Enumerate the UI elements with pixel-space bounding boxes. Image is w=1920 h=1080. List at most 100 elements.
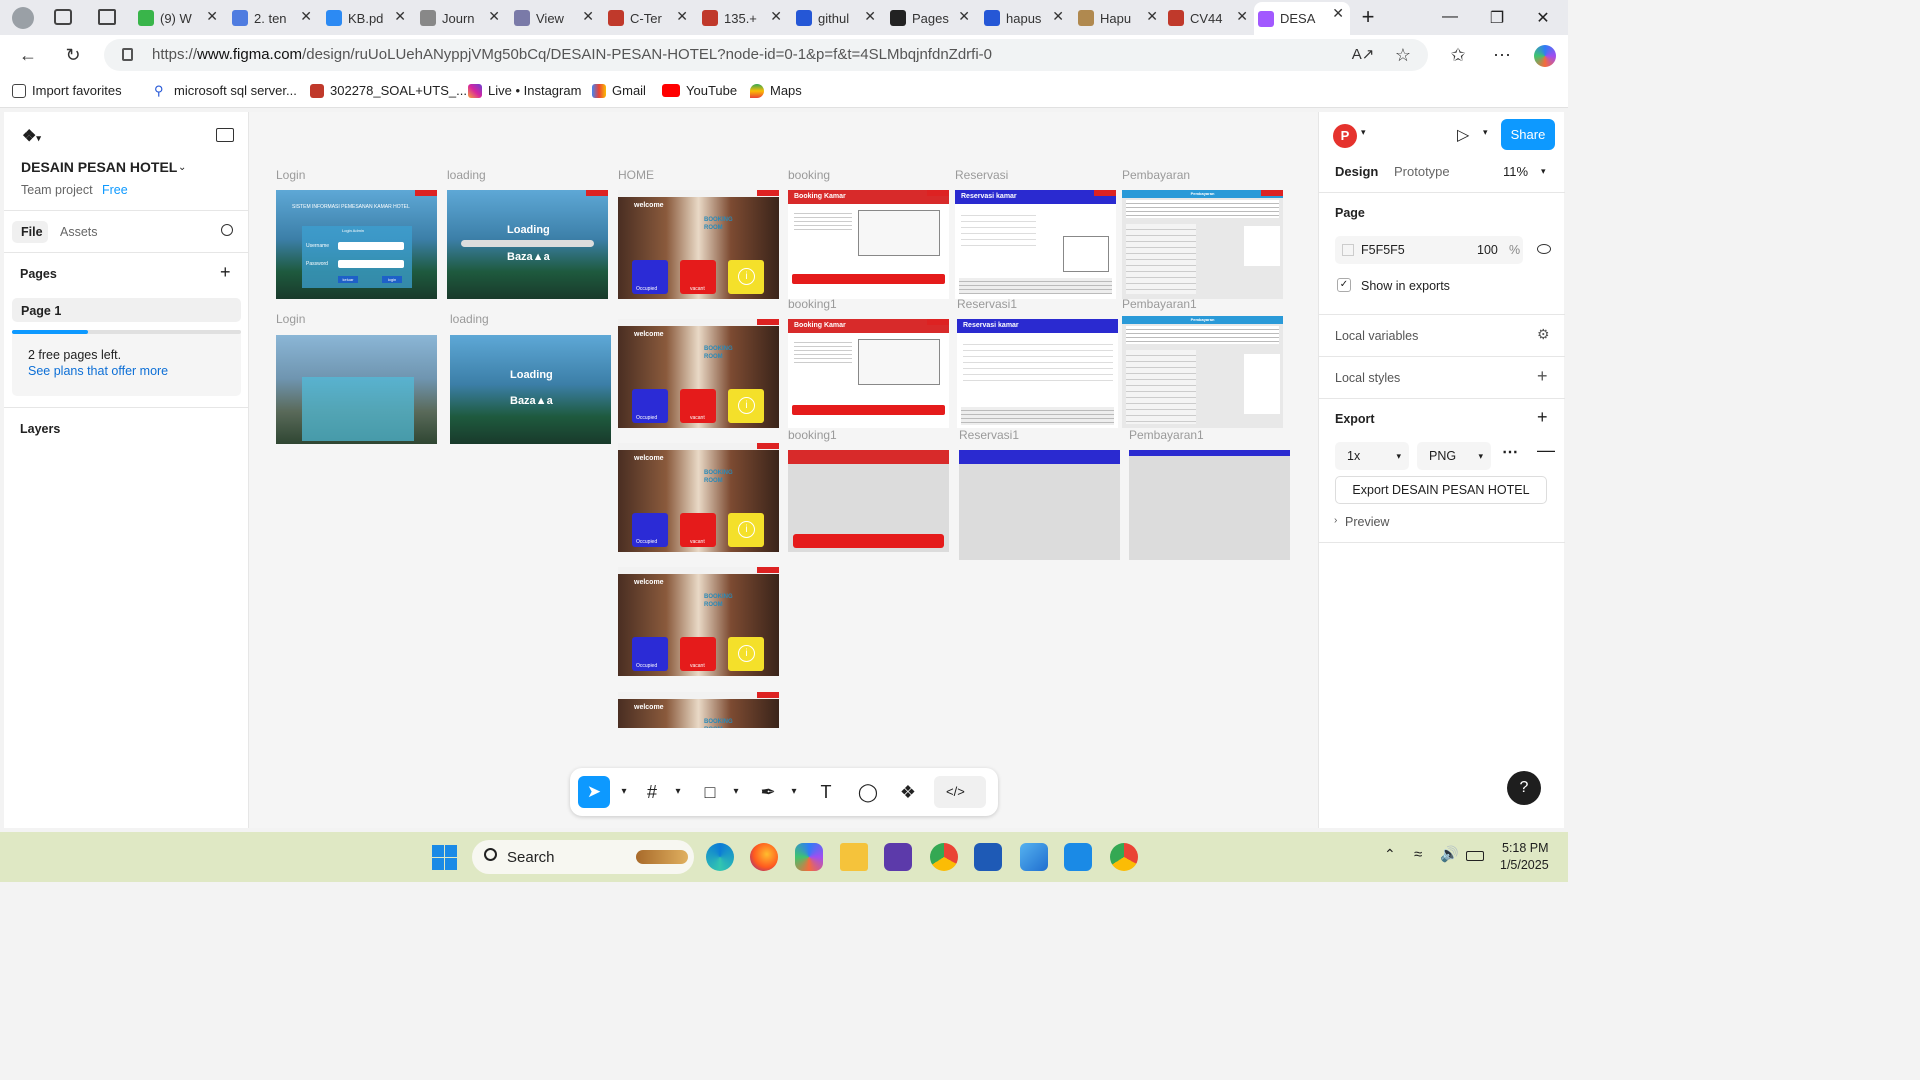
chevron-down-icon[interactable]: ▾ bbox=[724, 780, 748, 804]
bookmark-youtube[interactable]: YouTube bbox=[662, 83, 737, 98]
dev-mode-icon[interactable]: </> bbox=[934, 776, 986, 808]
plans-link[interactable]: See plans that offer more bbox=[28, 364, 168, 378]
export-scale-select[interactable]: 1x ▾ bbox=[1335, 442, 1409, 470]
taskbar-search-box[interactable]: Search bbox=[472, 840, 694, 874]
tab-close-icon[interactable]: ✕ bbox=[488, 8, 500, 25]
minimize-icon[interactable]: — bbox=[1440, 8, 1460, 26]
chevron-down-icon[interactable]: ▾ bbox=[666, 780, 690, 804]
maximize-icon[interactable]: ❐ bbox=[1487, 8, 1507, 28]
frame-icon[interactable]: # bbox=[640, 780, 664, 804]
show-in-exports-checkbox[interactable]: ✓ bbox=[1337, 278, 1351, 292]
help-button[interactable]: ? bbox=[1507, 771, 1541, 805]
move-tool-button[interactable]: ➤ bbox=[578, 776, 610, 808]
frame-reservasi[interactable]: Reservasi kamar bbox=[955, 190, 1116, 299]
new-tab-icon[interactable]: + bbox=[1358, 4, 1378, 30]
tray-chevron-icon[interactable]: ⌃ bbox=[1384, 846, 1396, 863]
frame-reservasi1[interactable]: Reservasi kamar bbox=[957, 319, 1118, 428]
chevron-down-icon[interactable]: ▾ bbox=[782, 780, 806, 804]
bookmark-sql-server[interactable]: ⚲ microsoft sql server... bbox=[154, 83, 297, 98]
plan-badge[interactable]: Free bbox=[102, 183, 128, 197]
frame-booking1-empty[interactable] bbox=[788, 450, 949, 552]
tab-prototype[interactable]: Prototype bbox=[1394, 164, 1450, 179]
chrome-icon[interactable] bbox=[930, 843, 958, 871]
export-options-icon[interactable]: ⋯ bbox=[1502, 442, 1518, 462]
export-button[interactable]: Export DESAIN PESAN HOTEL bbox=[1335, 476, 1547, 504]
local-styles-title[interactable]: Local styles bbox=[1335, 371, 1400, 385]
edge-icon[interactable] bbox=[706, 843, 734, 871]
visibility-eye-icon[interactable] bbox=[1537, 244, 1551, 254]
bookmark-gmail[interactable]: Gmail bbox=[592, 83, 646, 98]
bookmark-instagram[interactable]: Live • Instagram bbox=[468, 83, 581, 98]
actions-icon[interactable]: ❖ bbox=[896, 780, 920, 804]
favorites-icon[interactable]: ✩ bbox=[1445, 35, 1471, 75]
frame-label-login[interactable]: Login bbox=[276, 168, 305, 182]
photos-icon[interactable] bbox=[1020, 843, 1048, 871]
frame-login[interactable]: SISTEM INFORMASI PEMESANAN KAMAR HOTEL L… bbox=[276, 190, 437, 299]
browser-tab[interactable]: CV44 ✕ bbox=[1164, 5, 1254, 31]
frame-label-pembayaran1-b[interactable]: Pembayaran1 bbox=[1129, 428, 1204, 442]
chevron-down-icon[interactable]: ▾ bbox=[1541, 166, 1546, 177]
favorite-star-icon[interactable]: ☆ bbox=[1390, 35, 1416, 75]
tab-design[interactable]: Design bbox=[1335, 164, 1378, 179]
export-format-select[interactable]: PNG ▾ bbox=[1417, 442, 1491, 470]
chevron-down-icon[interactable]: ⌄ bbox=[178, 162, 186, 173]
close-window-icon[interactable]: ✕ bbox=[1533, 8, 1553, 28]
workspaces-icon[interactable] bbox=[54, 9, 72, 25]
frame-label-reservasi1[interactable]: Reservasi1 bbox=[957, 297, 1017, 311]
bookmark-soal-uts[interactable]: 302278_SOAL+UTS_... bbox=[310, 83, 467, 98]
browser-tab[interactable]: View ✕ bbox=[510, 5, 600, 31]
frame-home[interactable]: welcome BOOKING ROOM Occupied vacant i bbox=[618, 443, 779, 552]
frame-label-reservasi[interactable]: Reservasi bbox=[955, 168, 1008, 182]
rectangle-icon[interactable]: □ bbox=[698, 780, 722, 804]
password-input[interactable] bbox=[338, 260, 404, 268]
preview-toggle[interactable]: Preview bbox=[1345, 515, 1389, 529]
volume-icon[interactable]: 🔊 bbox=[1440, 845, 1459, 863]
frame-label-pembayaran[interactable]: Pembayaran bbox=[1122, 168, 1190, 182]
lock-icon[interactable] bbox=[122, 48, 133, 61]
profile-icon[interactable] bbox=[12, 7, 34, 29]
read-aloud-icon[interactable]: A↗ bbox=[1350, 35, 1376, 75]
page-opacity[interactable]: 100 bbox=[1477, 243, 1498, 257]
frame-home[interactable]: welcome BOOKING ROOM Occupied vacant i bbox=[618, 190, 779, 299]
start-windows-icon[interactable] bbox=[432, 845, 457, 870]
frame-label-loading-2[interactable]: loading bbox=[450, 312, 489, 326]
browser-tab[interactable]: Hapu ✕ bbox=[1074, 5, 1164, 31]
page-color-swatch[interactable] bbox=[1342, 244, 1354, 256]
bookmark-import-favorites[interactable]: Import favorites bbox=[12, 83, 122, 98]
remove-export-icon[interactable]: — bbox=[1537, 440, 1555, 461]
chevron-down-icon[interactable]: ▾ bbox=[612, 780, 636, 804]
local-variables-title[interactable]: Local variables bbox=[1335, 329, 1418, 343]
pen-icon[interactable]: ✒ bbox=[756, 780, 780, 804]
tab-close-icon[interactable]: ✕ bbox=[1052, 8, 1064, 25]
chevron-right-icon[interactable]: › bbox=[1334, 515, 1337, 526]
browser-tab[interactable]: DESA ✕ bbox=[1254, 2, 1350, 35]
search-icon[interactable] bbox=[221, 224, 233, 236]
vscode-icon[interactable] bbox=[1064, 843, 1092, 871]
back-icon[interactable]: ← bbox=[15, 35, 41, 75]
frame-pembayaran1-empty[interactable] bbox=[1129, 450, 1290, 560]
chrome-profile-icon[interactable] bbox=[1110, 843, 1138, 871]
frame-label-pembayaran1[interactable]: Pembayaran1 bbox=[1122, 297, 1197, 311]
frame-label-home[interactable]: HOME bbox=[618, 168, 654, 182]
frame-label-booking1-b[interactable]: booking1 bbox=[788, 428, 837, 442]
browser-tab[interactable]: C-Ter ✕ bbox=[604, 5, 694, 31]
sidebar-toggle-icon[interactable] bbox=[216, 128, 234, 142]
frame-pembayaran[interactable]: Pembayaran bbox=[1122, 190, 1283, 299]
file-explorer-icon[interactable] bbox=[840, 843, 868, 871]
browser-tab[interactable]: KB.pd ✕ bbox=[322, 5, 412, 31]
figma-main-menu[interactable]: ❖▾ bbox=[22, 126, 41, 146]
frame-label-loading[interactable]: loading bbox=[447, 168, 486, 182]
visual-studio-icon[interactable] bbox=[884, 843, 912, 871]
add-page-icon[interactable]: + bbox=[220, 262, 231, 283]
tab-close-icon[interactable]: ✕ bbox=[864, 8, 876, 25]
present-play-icon[interactable]: ▷ bbox=[1457, 125, 1469, 145]
text-icon[interactable]: T bbox=[814, 780, 838, 804]
add-export-icon[interactable]: + bbox=[1537, 407, 1548, 428]
frame-home[interactable]: welcome BOOKING ROOM Occupied vacant i bbox=[618, 319, 779, 428]
avatar[interactable]: P bbox=[1333, 124, 1357, 148]
login-button[interactable]: login bbox=[382, 276, 402, 283]
copilot-icon[interactable] bbox=[795, 843, 823, 871]
tab-close-icon[interactable]: ✕ bbox=[1332, 5, 1344, 22]
frame-loading-2[interactable]: Loading Baza▲a bbox=[450, 335, 611, 444]
copilot-icon[interactable] bbox=[1534, 45, 1556, 67]
